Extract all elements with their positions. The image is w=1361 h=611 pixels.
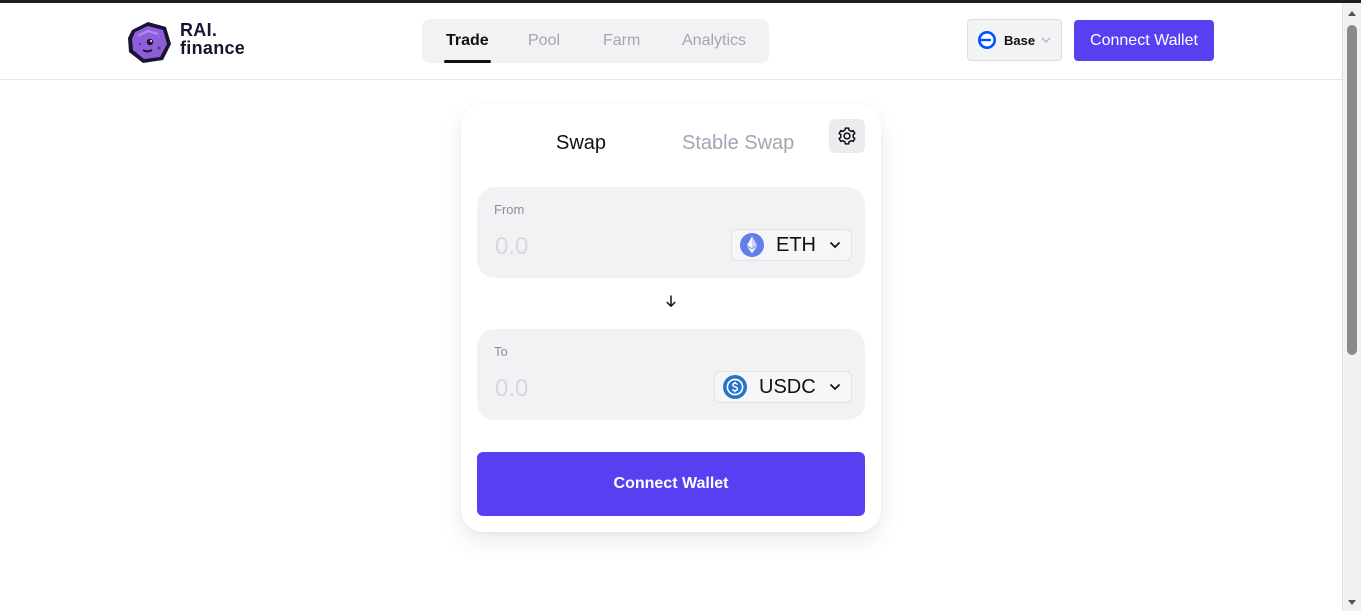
nav-pool[interactable]: Pool — [528, 19, 560, 63]
to-panel: To USDC — [477, 329, 865, 420]
from-token-symbol: ETH — [776, 233, 816, 256]
ethereum-icon — [740, 233, 764, 257]
chevron-down-icon — [1041, 37, 1051, 43]
from-amount-input[interactable] — [493, 231, 697, 263]
main-nav: Trade Pool Farm Analytics — [422, 19, 769, 63]
to-token-selector[interactable]: USDC — [714, 371, 852, 403]
nav-trade[interactable]: Trade — [444, 19, 491, 63]
nav-farm[interactable]: Farm — [603, 19, 640, 63]
tab-stable-swap[interactable]: Stable Swap — [682, 132, 794, 155]
rai-mascot-icon — [128, 22, 171, 63]
header-connect-wallet-button[interactable]: Connect Wallet — [1074, 20, 1214, 61]
base-network-icon — [978, 31, 996, 49]
brand-name: RAI. finance — [180, 21, 245, 57]
brand-logo[interactable]: RAI. finance — [126, 20, 256, 64]
page-scrollbar[interactable] — [1342, 3, 1361, 611]
network-label: Base — [1004, 32, 1036, 48]
brand-name-line2: finance — [180, 38, 246, 58]
scrollbar-thumb[interactable] — [1347, 25, 1357, 355]
gear-icon — [838, 127, 856, 145]
chevron-down-icon — [829, 241, 841, 249]
scroll-down-icon[interactable] — [1348, 600, 1356, 605]
scroll-up-icon[interactable] — [1348, 11, 1356, 16]
arrow-down-icon[interactable] — [664, 294, 678, 308]
network-selector[interactable]: Base — [967, 19, 1062, 61]
to-token-symbol: USDC — [759, 375, 816, 398]
brand-name-line1: RAI. — [180, 20, 218, 40]
from-token-selector[interactable]: ETH — [731, 229, 852, 261]
to-label: To — [494, 344, 508, 359]
swap-connect-wallet-button[interactable]: Connect Wallet — [477, 452, 865, 516]
from-panel: From ETH — [477, 187, 865, 278]
tab-swap[interactable]: Swap — [556, 132, 606, 155]
chevron-down-icon — [829, 383, 841, 391]
settings-button[interactable] — [829, 119, 865, 153]
nav-analytics[interactable]: Analytics — [682, 19, 746, 63]
swap-card: Swap Stable Swap From ETH To — [461, 104, 881, 532]
from-label: From — [494, 202, 525, 217]
usdc-icon — [723, 375, 747, 399]
top-header: RAI. finance Trade Pool Farm Analytics B… — [0, 3, 1342, 80]
to-amount-input[interactable] — [493, 373, 697, 405]
